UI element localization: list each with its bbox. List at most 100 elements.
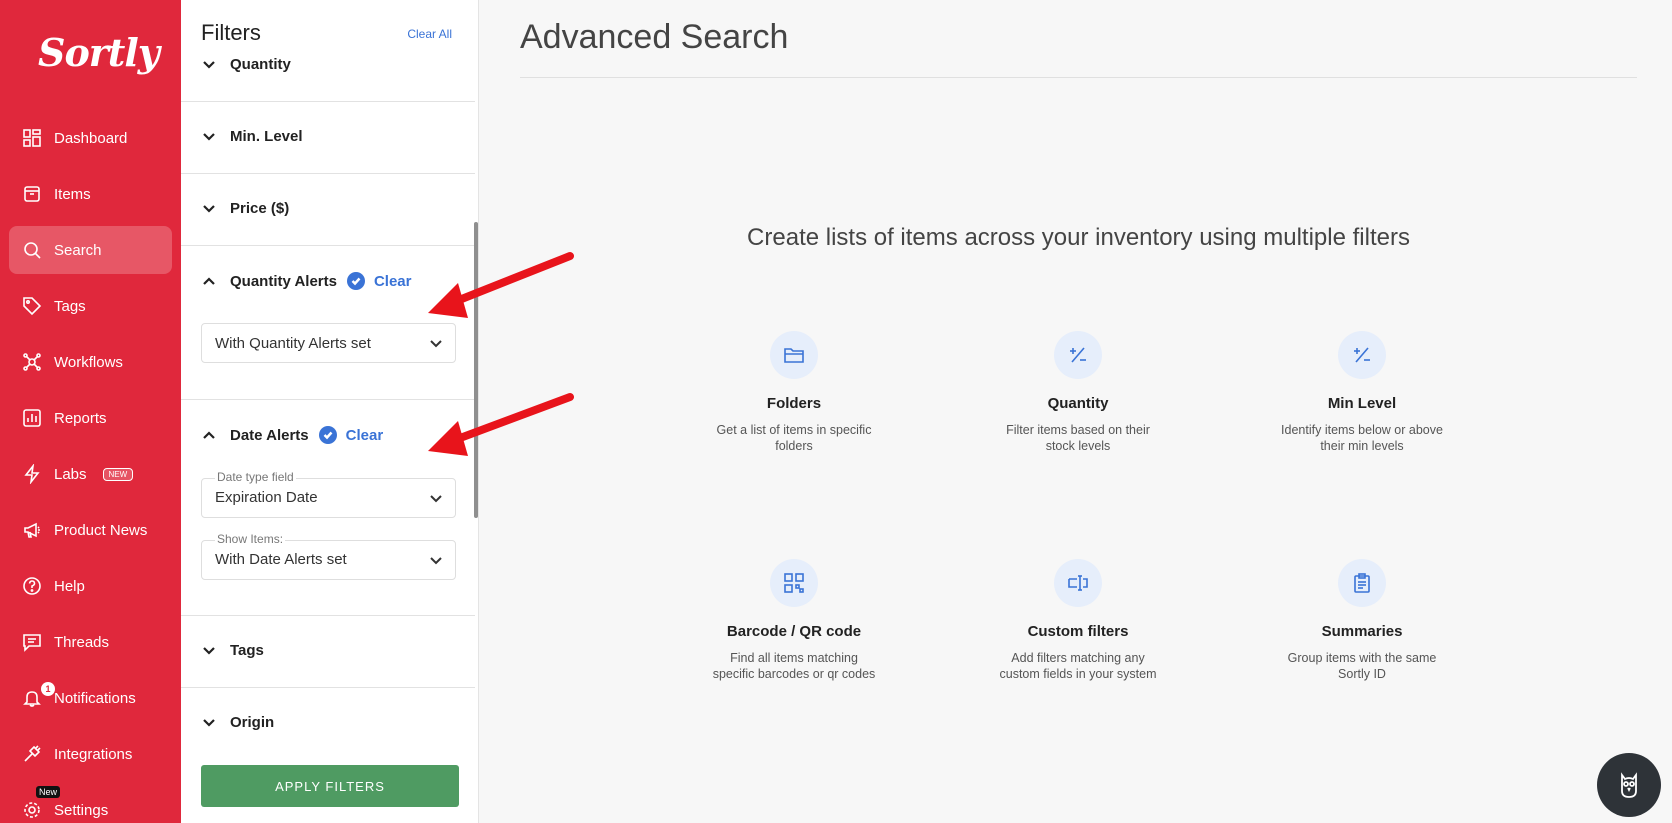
filter-section-tags: Tags [181,616,475,688]
folder-icon [770,331,818,379]
sidebar-item-label: Reports [54,409,107,427]
title-divider [520,77,1637,78]
apply-filters-button[interactable]: APPLY FILTERS [201,765,459,807]
filter-label: Quantity Alerts [230,272,337,290]
card-min-level[interactable]: Min Level Identify items below or above … [1252,331,1472,454]
chevron-down-icon [429,554,443,568]
filter-header-price[interactable]: Price ($) [202,200,289,217]
sidebar-item-notifications[interactable]: 1 Notifications [9,674,172,722]
filter-header-quantity-alerts[interactable]: Quantity Alerts Clear [202,272,412,290]
tag-icon [22,296,42,316]
filter-header-origin[interactable]: Origin [202,714,274,731]
date-type-select[interactable]: Date type field Expiration Date [201,470,456,518]
select-label: Show Items: [215,532,286,546]
filter-header-date-alerts[interactable]: Date Alerts Clear [202,426,383,444]
sidebar-item-label: Settings [54,801,109,819]
select-value: With Quantity Alerts set [215,335,371,352]
card-description: Find all items matching specific barcode… [712,651,876,681]
filters-panel: Filters Clear All Quantity Min. Level Pr… [181,0,479,823]
sidebar-item-label: Product News [54,521,148,539]
plug-icon [22,744,42,764]
card-summaries[interactable]: Summaries Group items with the same Sort… [1252,559,1472,682]
box-icon [22,184,42,204]
owl-icon [1613,769,1645,801]
workflow-icon [22,352,42,372]
filter-section-quantity-alerts: Quantity Alerts Clear With Quantity Aler… [181,246,475,400]
reports-icon [22,408,42,428]
sidebar-item-labs[interactable]: Labs NEW [9,450,172,498]
filter-header-quantity[interactable]: Quantity [202,56,291,73]
sidebar-item-label: Threads [54,633,110,651]
sortly-logo[interactable]: Sortly [38,30,160,75]
sidebar-item-integrations[interactable]: Integrations [9,730,172,778]
sidebar-item-label: Workflows [54,353,123,371]
qr-code-icon [770,559,818,607]
select-value: With Date Alerts set [215,551,347,568]
sidebar-item-label: Help [54,577,85,595]
sidebar-item-label: Tags [54,297,86,315]
filter-section-quantity: Quantity [181,0,475,102]
card-description: Add filters matching any custom fields i… [999,651,1157,681]
filter-section-origin: Origin [181,688,475,750]
filters-scrollbar[interactable] [474,222,478,518]
card-description: Group items with the same Sortly ID [1287,651,1437,681]
filter-label: Quantity [230,56,291,73]
page-title: Advanced Search [520,18,789,56]
bell-icon [22,688,42,708]
filter-header-tags[interactable]: Tags [202,642,264,659]
card-title: Folders [766,395,822,412]
chevron-up-icon [202,428,216,442]
sidebar-item-dashboard[interactable]: Dashboard [9,114,172,162]
bolt-icon [22,464,42,484]
sidebar-item-reports[interactable]: Reports [9,394,172,442]
help-assistant-button[interactable] [1597,753,1661,817]
filter-label: Tags [230,642,264,659]
sidebar-item-settings[interactable]: New Settings [9,786,172,823]
dashboard-icon [22,128,42,148]
sidebar-item-tags[interactable]: Tags [9,282,172,330]
chevron-down-icon [202,130,216,144]
card-description: Filter items based on their stock levels [1006,423,1150,453]
filter-header-min-level[interactable]: Min. Level [202,128,303,145]
new-badge: NEW [102,467,134,481]
chevron-down-icon [429,337,443,351]
sidebar-item-label: Search [54,241,102,259]
card-barcode[interactable]: Barcode / QR code Find all items matchin… [684,559,904,682]
chevron-down-icon [202,644,216,658]
card-title: Custom filters [1027,623,1129,640]
custom-field-icon [1054,559,1102,607]
sidebar-item-threads[interactable]: Threads [9,618,172,666]
quantity-alerts-select[interactable]: With Quantity Alerts set [201,323,456,363]
clear-date-alerts-link[interactable]: Clear [346,427,384,444]
card-title: Quantity [1047,395,1109,412]
sidebar-item-label: Dashboard [54,129,128,147]
sidebar-item-workflows[interactable]: Workflows [9,338,172,386]
new-tag: New [36,786,61,798]
chevron-up-icon [202,274,216,288]
chevron-down-icon [202,716,216,730]
chevron-down-icon [202,58,216,72]
filter-label: Origin [230,714,275,731]
search-icon [22,240,42,260]
clear-quantity-alerts-link[interactable]: Clear [374,273,412,290]
card-custom-filters[interactable]: Custom filters Add filters matching any … [968,559,1188,682]
show-items-select[interactable]: Show Items: With Date Alerts set [201,532,456,580]
chat-icon [22,632,42,652]
filter-section-price: Price ($) [181,174,475,246]
sidebar-item-items[interactable]: Items [9,170,172,218]
card-description: Get a list of items in specific folders [716,423,872,453]
select-label: Date type field [215,470,296,484]
filter-label: Date Alerts [230,426,309,444]
megaphone-icon [22,520,42,540]
sidebar-item-product-news[interactable]: Product News [9,506,172,554]
sidebar-item-label: Notifications [54,689,136,707]
select-value: Expiration Date [215,489,318,506]
sidebar-item-help[interactable]: Help [9,562,172,610]
page-subtitle: Create lists of items across your invent… [747,224,1410,251]
card-quantity[interactable]: Quantity Filter items based on their sto… [968,331,1188,454]
plus-minus-icon [1338,331,1386,379]
sidebar-item-search[interactable]: Search [9,226,172,274]
card-folders[interactable]: Folders Get a list of items in specific … [684,331,904,454]
sidebar-item-label: Integrations [54,745,133,763]
check-circle-icon [318,426,337,444]
